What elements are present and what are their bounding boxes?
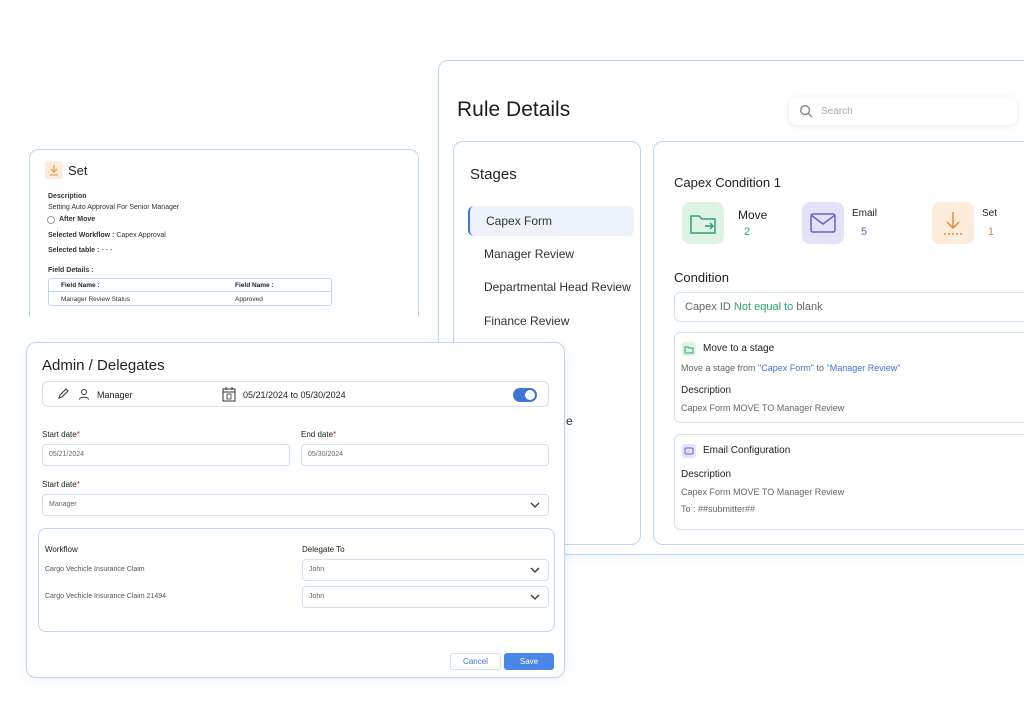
stage-item-capex-form[interactable]: Capex Form	[468, 206, 634, 236]
page-title: Rule Details	[457, 98, 571, 121]
table-header: Field Name :	[61, 282, 100, 289]
email-label: Email	[852, 208, 878, 219]
end-date-input[interactable]: 05/30/2024	[301, 444, 549, 466]
email-description-label: Description	[681, 469, 732, 480]
chevron-down-icon	[530, 502, 540, 508]
table-cell: Approved	[235, 296, 263, 303]
download-arrow-icon	[944, 212, 962, 235]
start-date-input[interactable]: 05/21/2024	[42, 444, 290, 466]
condition-expression[interactable]: Capex ID Not equal to blank	[674, 292, 1024, 322]
person-icon	[79, 389, 89, 400]
condition-panel: Capex Condition 1 Move 2 Email 5 Set 1 C…	[653, 141, 1024, 545]
selected-table: Selected table : - - -	[48, 247, 113, 254]
set-title: Set	[68, 163, 88, 178]
email-recipient: To : ##submitter##	[681, 504, 756, 514]
table-cell: Manager Review Status	[61, 296, 131, 303]
selected-workflow: Selected Workflow : Capex Approval	[48, 232, 166, 239]
save-button[interactable]: Save	[504, 653, 554, 670]
set-label: Set	[982, 208, 998, 219]
field-details-table: Field Name : Field Name : Manager Review…	[48, 278, 332, 306]
workflow-name: Cargo Vechicle Insurance Claim 21494	[45, 593, 167, 600]
set-action-tile[interactable]	[932, 202, 974, 244]
search-icon	[800, 105, 813, 118]
chevron-down-icon	[530, 594, 540, 600]
move-block-title: Move to a stage	[703, 343, 775, 354]
envelope-icon	[810, 213, 836, 233]
delegate-role: Manager	[97, 390, 133, 400]
delegate-select[interactable]: John	[302, 586, 549, 608]
condition-heading: Condition	[674, 270, 729, 285]
role-select-label: Start date*	[42, 480, 80, 489]
field-details-label: Field Details :	[48, 267, 94, 274]
workflow-delegation-table: Workflow Delegate To Cargo Vechicle Insu…	[38, 528, 555, 632]
email-description: Capex Form MOVE TO Manager Review	[681, 487, 845, 497]
admin-title: Admin / Delegates	[42, 357, 165, 374]
set-panel: Set Description Setting Auto Approval Fo…	[29, 149, 419, 317]
condition-field: Capex ID	[685, 301, 731, 313]
move-description: Capex Form MOVE TO Manager Review	[681, 403, 845, 413]
condition-operator: Not equal to	[733, 301, 794, 313]
condition-value: blank	[796, 301, 823, 313]
email-count: 5	[861, 226, 868, 238]
email-icon	[682, 444, 696, 458]
start-date-label: Start date*	[42, 430, 80, 439]
download-arrow-icon	[45, 161, 63, 179]
email-configuration-block[interactable]: Email Configuration Description Capex Fo…	[674, 434, 1024, 530]
email-action-tile[interactable]	[802, 202, 844, 244]
role-select[interactable]: Manager	[42, 494, 549, 516]
set-description: Setting Auto Approval For Senior Manager	[48, 204, 180, 211]
set-description-label: Description	[48, 193, 87, 200]
workflow-header: Workflow	[45, 545, 78, 554]
after-move-radio[interactable]	[47, 216, 55, 224]
stage-item-departmental-head-review[interactable]: Departmental Head Review	[468, 272, 634, 302]
search-box[interactable]	[789, 97, 1017, 125]
condition-title: Capex Condition 1	[674, 175, 781, 190]
delegate-toggle[interactable]	[513, 388, 537, 402]
end-date-label: End date*	[301, 430, 337, 439]
move-description-label: Description	[681, 385, 732, 396]
delegate-summary-bar[interactable]: Manager 05/21/2024 to 05/30/2024	[42, 381, 549, 407]
table-header: Field Name :	[235, 282, 274, 289]
search-input[interactable]	[821, 105, 1001, 117]
calendar-icon	[222, 387, 236, 402]
move-block-text: Move a stage from "Capex Form" to "Manag…	[681, 363, 901, 373]
set-count: 1	[988, 226, 995, 238]
move-label: Move	[738, 208, 768, 222]
cancel-button[interactable]: Cancel	[450, 653, 501, 670]
pencil-icon[interactable]	[57, 388, 69, 400]
delegate-select[interactable]: John	[302, 559, 549, 581]
stage-item-manager-review[interactable]: Manager Review	[468, 239, 634, 269]
email-block-title: Email Configuration	[703, 445, 791, 456]
move-count: 2	[744, 226, 751, 238]
delegate-date-range: 05/21/2024 to 05/30/2024	[243, 390, 346, 400]
stages-title: Stages	[470, 166, 517, 183]
admin-delegates-panel: Admin / Delegates Manager 05/21/2024 to …	[26, 342, 565, 678]
folder-move-icon	[682, 342, 696, 356]
move-to-stage-block[interactable]: Move to a stage Move a stage from "Capex…	[674, 332, 1024, 423]
chevron-down-icon	[530, 567, 540, 573]
delegate-to-header: Delegate To	[302, 545, 345, 554]
workflow-name: Cargo Vechicle Insurance Claim	[45, 566, 145, 573]
after-move-label: After Move	[59, 216, 96, 223]
stage-item-finance-review[interactable]: Finance Review	[468, 306, 634, 336]
folder-move-icon	[690, 215, 716, 234]
move-action-tile[interactable]	[682, 202, 724, 244]
